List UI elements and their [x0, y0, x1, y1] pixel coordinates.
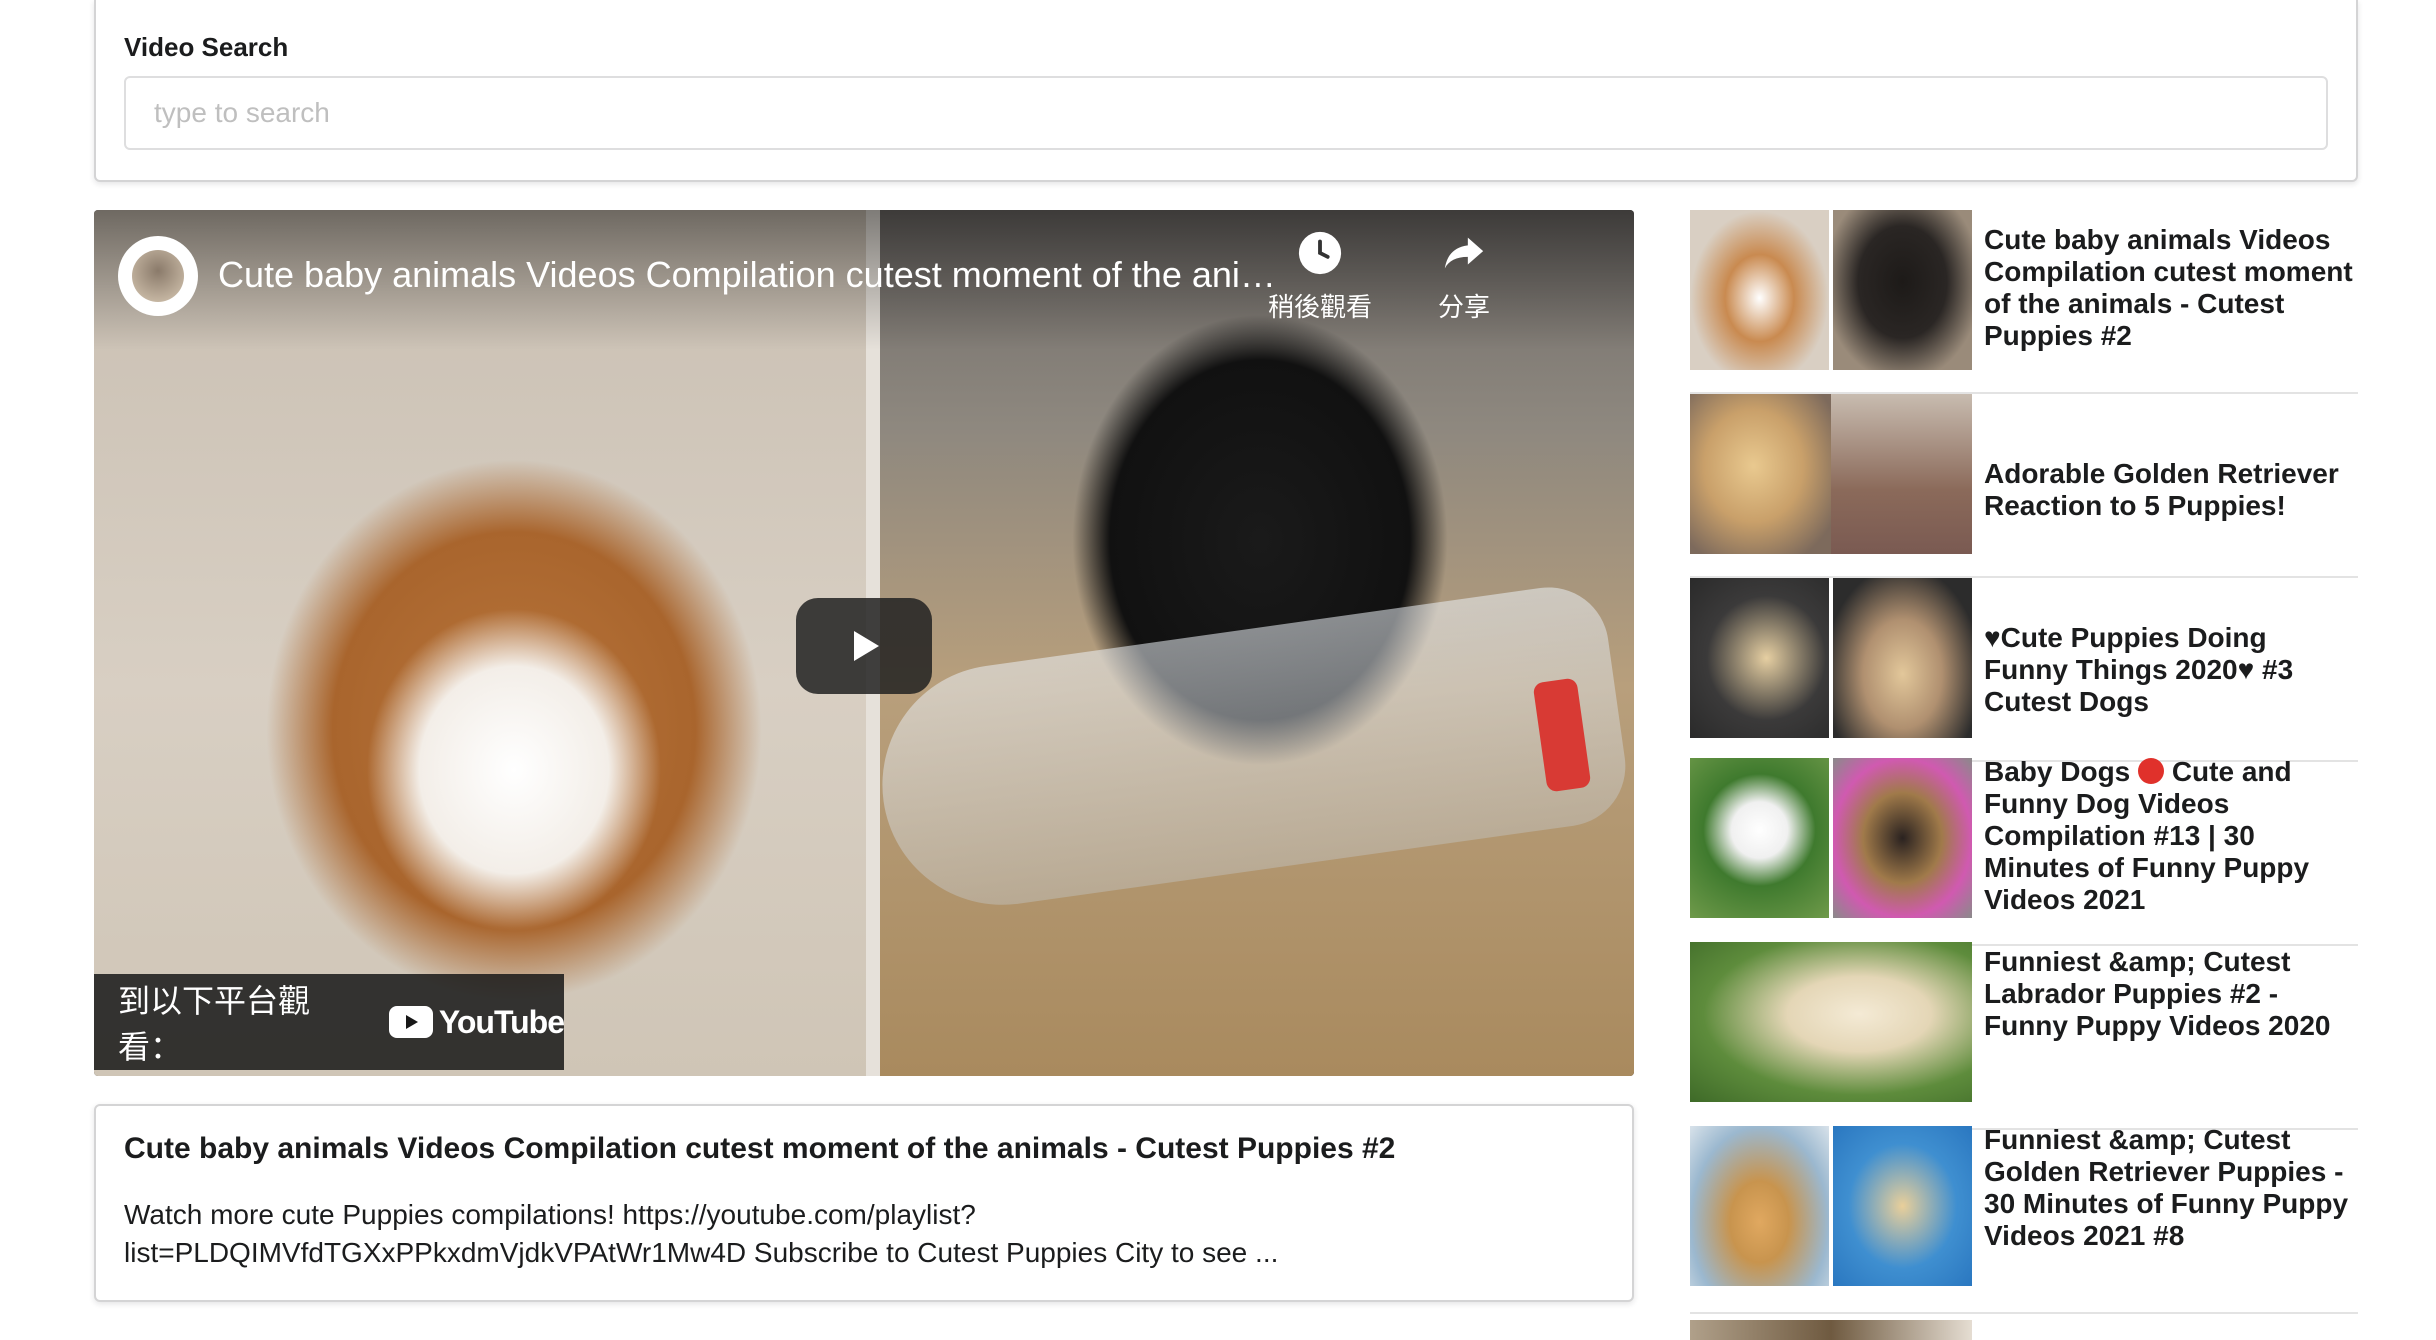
watch-on-label: 到以下平台觀看：: [118, 983, 311, 1065]
video-list-title[interactable]: Funniest &amp; Cutest Golden Retriever P…: [1984, 1124, 2358, 1252]
watch-later-button[interactable]: 稍後觀看: [1260, 230, 1380, 324]
share-label: 分享: [1437, 292, 1490, 322]
play-icon: [854, 631, 879, 661]
video-list-item[interactable]: ♥Cute Puppies Doing Funny Things 2020♥ #…: [1690, 578, 2358, 762]
video-detail-description: Watch more cute Puppies compilations! ht…: [124, 1199, 1279, 1268]
play-button[interactable]: [796, 598, 932, 694]
video-detail-title: Cute baby animals Videos Compilation cut…: [124, 1132, 1396, 1165]
search-label: Video Search: [124, 32, 289, 62]
video-description-card: Cute baby animals Videos Compilation cut…: [94, 1104, 1634, 1302]
video-list-item[interactable]: Funniest &amp; Cutest Labrador Puppies #…: [1690, 942, 2358, 1130]
clock-icon: [1298, 231, 1342, 275]
channel-avatar[interactable]: [118, 236, 198, 316]
video-list-title[interactable]: Cute baby animals Videos Compilation cut…: [1984, 224, 2358, 352]
video-list-thumbnail[interactable]: [1690, 578, 1972, 738]
video-list-item[interactable]: Baby Dogs Cute and Funny Dog Videos Comp…: [1690, 756, 2358, 946]
youtube-wordmark: YouTube: [438, 1003, 565, 1040]
video-list-thumbnail[interactable]: [1690, 942, 1972, 1102]
youtube-logo: YouTube: [388, 1003, 565, 1041]
bottle-image: [866, 579, 1634, 921]
video-list-title[interactable]: ♥Cute Puppies Doing Funny Things 2020♥ #…: [1984, 622, 2358, 718]
player-topbar: Cute baby animals Videos Compilation cut…: [94, 210, 1634, 350]
video-list-title[interactable]: Funniest &amp; Cutest Labrador Puppies #…: [1984, 946, 2358, 1042]
video-list-item[interactable]: Adorable Golden Retriever Reaction to 5 …: [1690, 394, 2358, 578]
red-circle-icon: [2138, 758, 2165, 784]
share-button[interactable]: 分享: [1404, 230, 1524, 324]
video-list-thumbnail[interactable]: [1690, 758, 1972, 918]
video-list-title-part: Baby Dogs: [1984, 756, 2131, 787]
search-input[interactable]: [124, 76, 2328, 150]
search-card: Video Search: [94, 0, 2358, 182]
video-list-item[interactable]: Funniest &amp; Cutest Golden Retriever P…: [1690, 1124, 2358, 1314]
video-list-thumbnail[interactable]: [1690, 210, 1972, 370]
player-title[interactable]: Cute baby animals Videos Compilation cut…: [218, 254, 1298, 296]
video-list-thumbnail-partial[interactable]: [1690, 1320, 1972, 1340]
video-player[interactable]: Cute baby animals Videos Compilation cut…: [94, 210, 1634, 1076]
video-list-title[interactable]: Baby Dogs Cute and Funny Dog Videos Comp…: [1984, 756, 2358, 916]
watch-later-label: 稍後觀看: [1267, 292, 1372, 322]
video-list-thumbnail[interactable]: [1690, 1126, 1972, 1286]
share-icon: [1444, 237, 1484, 269]
video-list-title[interactable]: Adorable Golden Retriever Reaction to 5 …: [1984, 458, 2358, 522]
video-list-item[interactable]: Cute baby animals Videos Compilation cut…: [1690, 210, 2358, 394]
video-list-thumbnail[interactable]: [1690, 394, 1972, 554]
watch-on-youtube[interactable]: 到以下平台觀看： YouTube: [94, 974, 565, 1070]
youtube-play-icon: [388, 1006, 433, 1038]
